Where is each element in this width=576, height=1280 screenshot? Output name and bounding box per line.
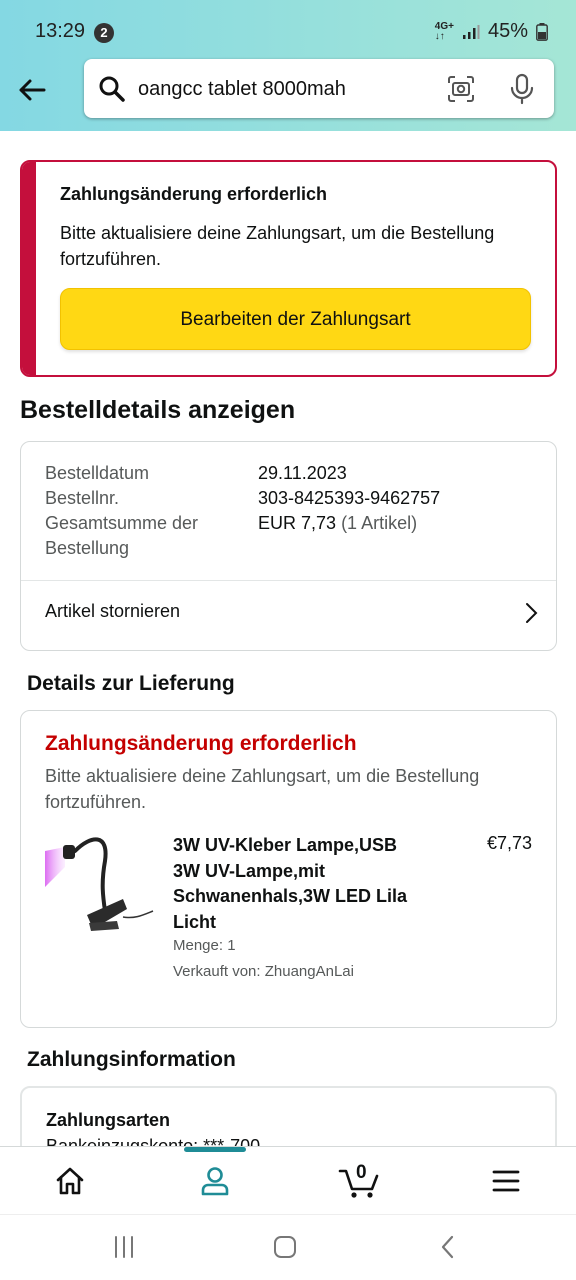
delivery-status-body: Bitte aktualisiere deine Zahlungsart, um… — [45, 766, 480, 812]
delivery-heading: Details zur Lieferung — [27, 672, 235, 695]
cancel-items-link[interactable]: Artikel stornieren — [45, 601, 180, 622]
product-image[interactable] — [43, 831, 155, 941]
back-arrow-icon[interactable] — [16, 74, 48, 106]
nav-active-indicator — [184, 1147, 246, 1152]
payment-alert: Zahlungsänderung erforderlich Bitte aktu… — [20, 160, 557, 377]
cart-count: 0 — [356, 1162, 367, 1183]
alert-accent-bar — [22, 162, 36, 375]
network-icon: 4G+ ↓↑ — [434, 20, 454, 42]
top-bar: 13:29 2 4G+ ↓↑ 45% oangcc tablet 8000mah — [0, 0, 576, 131]
payment-methods-label: Zahlungsarten — [46, 1110, 171, 1130]
order-details-heading: Bestelldetails anzeigen — [20, 396, 296, 424]
status-time: 13:29 — [35, 20, 86, 42]
camera-search-icon[interactable] — [446, 74, 476, 104]
order-summary-card: Bestelldatum 29.11.2023 Bestellnr. 303-8… — [20, 441, 557, 651]
back-button-icon[interactable] — [438, 1235, 458, 1259]
microphone-icon[interactable] — [508, 73, 536, 105]
bottom-nav: 0 — [0, 1146, 576, 1214]
signal-icon — [462, 24, 480, 39]
search-bar[interactable]: oangcc tablet 8000mah — [84, 59, 554, 118]
order-date-value: 29.11.2023 — [258, 463, 347, 483]
product-quantity: Menge: 1 — [173, 937, 236, 954]
battery-icon — [536, 22, 548, 41]
order-number-label: Bestellnr. — [45, 488, 120, 508]
product-name-link[interactable]: 3W UV-Kleber Lampe,USB 3W UV-Lampe,mit S… — [173, 833, 423, 935]
status-bar: 13:29 2 4G+ ↓↑ 45% — [0, 0, 576, 64]
system-nav-bar — [0, 1214, 576, 1280]
alert-title: Zahlungsänderung erforderlich — [60, 184, 328, 204]
home-button-icon[interactable] — [273, 1235, 297, 1259]
home-icon[interactable] — [54, 1165, 86, 1197]
order-number-value: 303-8425393-9462757 — [258, 488, 441, 508]
network-label: 4G+ — [434, 20, 454, 32]
notification-badge: 2 — [94, 23, 114, 43]
recent-apps-icon[interactable] — [112, 1235, 136, 1259]
account-icon[interactable] — [199, 1165, 231, 1197]
search-icon — [99, 76, 125, 102]
edit-payment-button[interactable]: Bearbeiten der Zahlungsart — [60, 288, 531, 350]
order-total-value: EUR 7,73 (1 Artikel) — [258, 511, 417, 536]
alert-body: Bitte aktualisiere deine Zahlungsart, um… — [60, 223, 495, 269]
order-total-label: Gesamtsumme der Bestellung — [45, 513, 199, 558]
delivery-status-title: Zahlungsänderung erforderlich — [45, 732, 357, 755]
menu-icon[interactable] — [492, 1165, 520, 1197]
delivery-card: Zahlungsänderung erforderlich Bitte aktu… — [20, 710, 557, 1028]
chevron-right-icon[interactable] — [524, 602, 538, 624]
search-input[interactable]: oangcc tablet 8000mah — [138, 78, 346, 101]
order-date-label: Bestelldatum — [45, 463, 150, 483]
product-seller: Verkauft von: ZhuangAnLai — [173, 963, 354, 980]
order-total-amount: EUR 7,73 — [258, 513, 337, 533]
payment-heading: Zahlungsinformation — [27, 1048, 236, 1071]
divider — [21, 580, 556, 581]
battery-percent: 45% — [487, 20, 528, 42]
order-total-items: (1 Artikel) — [341, 513, 418, 533]
product-price: €7,73 — [486, 833, 532, 853]
